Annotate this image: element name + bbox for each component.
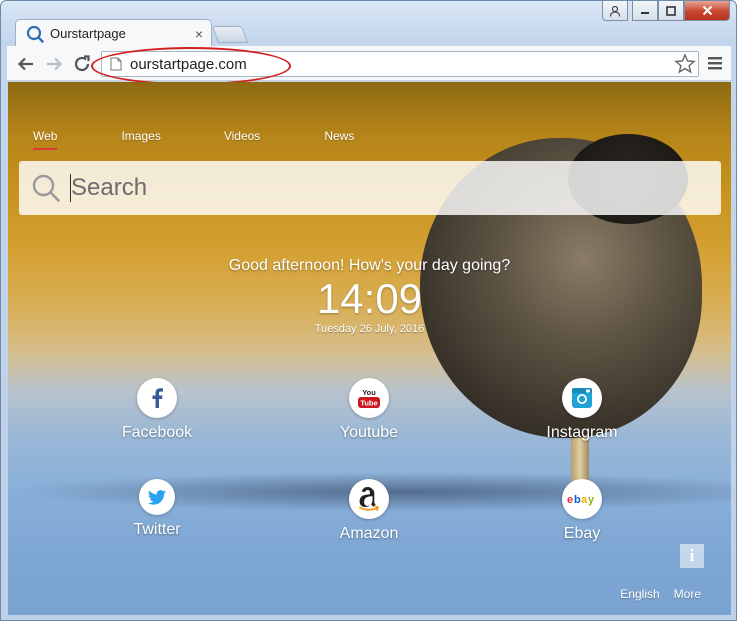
nav-web[interactable]: Web: [33, 129, 58, 150]
url-text[interactable]: ourstartpage.com: [130, 56, 674, 73]
minimize-button[interactable]: [632, 1, 658, 21]
clock-time: 14:09: [316, 275, 423, 322]
youtube-logo-subtext: Tube: [360, 399, 377, 408]
instagram-icon: [562, 378, 602, 418]
youtube-icon: You Tube: [349, 378, 389, 418]
tile-label: Twitter: [133, 521, 181, 538]
nav-news[interactable]: News: [324, 129, 354, 150]
ebay-logo-e: e: [567, 494, 573, 506]
page-viewport: Web Images Videos News Good afternoon! H…: [8, 82, 731, 615]
user-icon[interactable]: [602, 1, 628, 21]
browser-tab[interactable]: Ourstartpage ×: [15, 19, 212, 47]
footer-links: English More: [606, 587, 701, 601]
tile-label: Amazon: [339, 525, 399, 542]
address-bar[interactable]: ourstartpage.com: [101, 51, 699, 77]
ebay-logo-b: b: [574, 494, 581, 506]
nav-images[interactable]: Images: [121, 129, 160, 150]
greeting-text: Good afternoon! How's your day going?: [228, 257, 511, 274]
back-arrow-icon[interactable]: [15, 53, 37, 75]
search-category-nav: Web Images Videos News: [33, 129, 354, 150]
ebay-icon: e b a y: [562, 479, 602, 519]
search-box[interactable]: [19, 161, 721, 215]
forward-arrow-icon[interactable]: [43, 53, 65, 75]
tile-instagram[interactable]: Instagram: [512, 378, 652, 442]
language-link[interactable]: English: [620, 587, 659, 601]
browser-window: Ourstartpage × ourstartpage.com Web Imag…: [0, 0, 737, 621]
tile-ebay[interactable]: e b a y Ebay: [512, 479, 652, 543]
youtube-logo-text: You: [362, 388, 376, 397]
maximize-button[interactable]: [658, 1, 684, 21]
reload-icon[interactable]: [71, 53, 93, 75]
info-icon[interactable]: i: [680, 544, 704, 568]
window-controls: [602, 1, 730, 21]
ebay-logo-a: a: [581, 494, 588, 506]
tile-twitter[interactable]: Twitter: [87, 479, 227, 539]
ebay-logo-y: y: [588, 494, 595, 506]
search-input[interactable]: [71, 168, 721, 208]
ourstartpage-favicon-icon: [26, 25, 44, 43]
hamburger-menu-icon[interactable]: [707, 55, 723, 71]
tab-close-icon[interactable]: ×: [195, 26, 203, 42]
tile-amazon[interactable]: Amazon: [299, 479, 439, 543]
facebook-icon: [137, 378, 177, 418]
tile-label: Instagram: [546, 424, 618, 441]
tab-title: Ourstartpage: [50, 26, 126, 41]
browser-toolbar: ourstartpage.com: [7, 46, 731, 81]
bookmark-star-icon[interactable]: [674, 53, 696, 75]
tile-facebook[interactable]: Facebook: [87, 378, 227, 442]
page-icon: [110, 57, 122, 71]
tile-label: Youtube: [339, 424, 399, 441]
close-window-button[interactable]: [684, 1, 730, 21]
tile-label: Ebay: [563, 525, 601, 542]
twitter-icon: [139, 479, 175, 515]
new-tab-button[interactable]: [211, 26, 249, 43]
tile-label: Facebook: [121, 424, 193, 441]
clock-date: Tuesday 26 July, 2016: [314, 323, 425, 335]
text-cursor: [70, 174, 71, 202]
nav-videos[interactable]: Videos: [224, 129, 260, 150]
more-link[interactable]: More: [674, 587, 701, 601]
search-icon[interactable]: [31, 173, 61, 203]
amazon-icon: [349, 479, 389, 519]
tile-youtube[interactable]: You Tube Youtube: [299, 378, 439, 442]
